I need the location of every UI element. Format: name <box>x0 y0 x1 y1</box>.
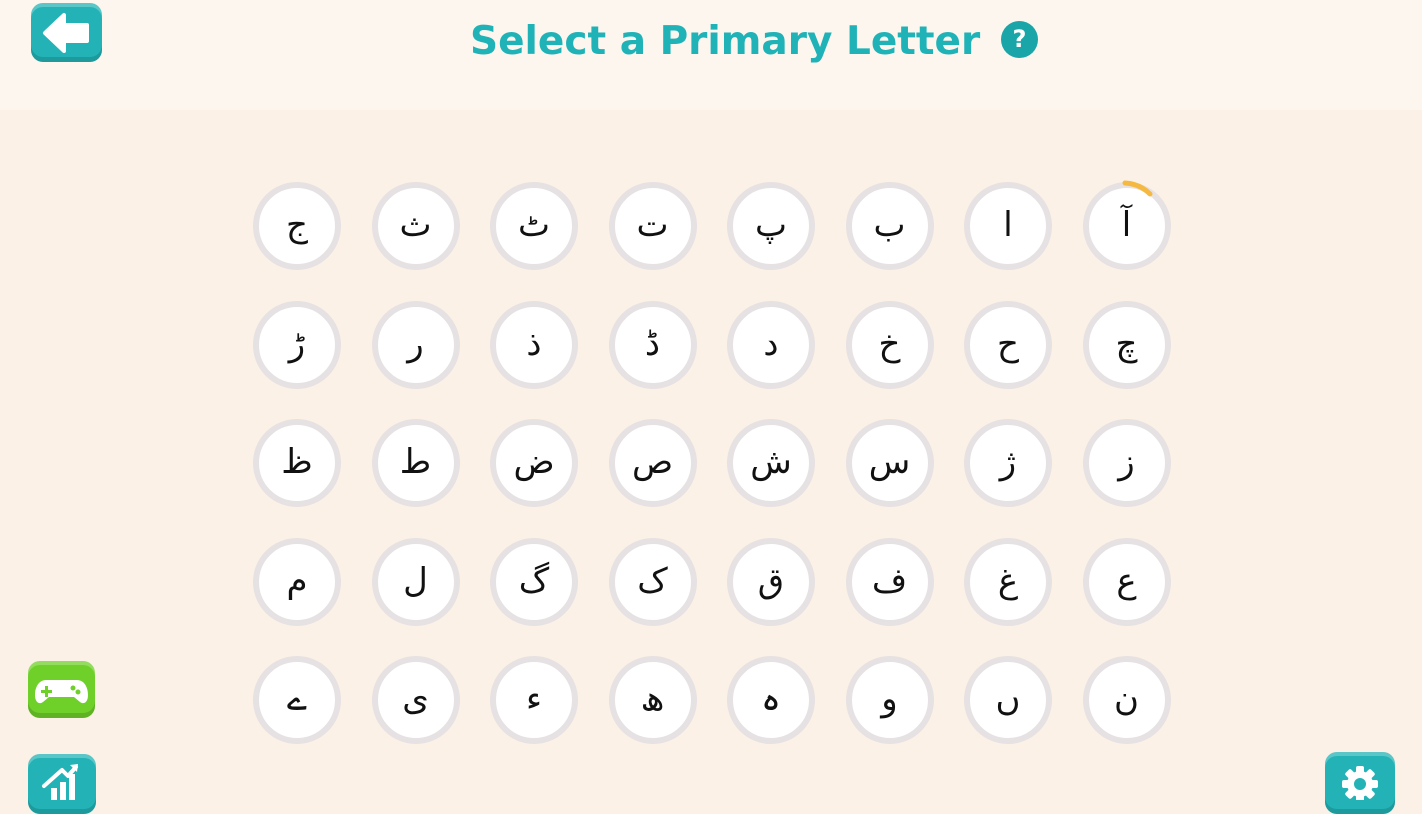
letter-button[interactable]: خ <box>845 300 934 389</box>
selection-arc <box>1122 180 1153 197</box>
letter-button[interactable]: ھ <box>608 656 697 744</box>
letter-button[interactable]: ض <box>490 419 578 507</box>
letter-button[interactable]: ح <box>964 300 1052 389</box>
stats-button[interactable] <box>28 754 96 814</box>
letter-button[interactable]: ٹ <box>490 182 578 270</box>
letter-button[interactable]: س <box>845 419 934 507</box>
chart-up-icon <box>42 764 78 800</box>
letter-button[interactable]: ژ <box>964 419 1052 507</box>
letter-button[interactable]: ب <box>845 182 934 270</box>
letter-button[interactable]: ں <box>964 656 1052 744</box>
letter-button[interactable]: ہ <box>727 656 815 744</box>
letter-button[interactable]: م <box>253 537 341 626</box>
page-title: Select a Primary Letter <box>470 19 981 64</box>
letter-button[interactable]: غ <box>964 537 1052 626</box>
letter-button[interactable]: ء <box>490 656 578 744</box>
letter-button[interactable]: ط <box>371 419 460 507</box>
back-button[interactable] <box>31 3 102 62</box>
gear-icon <box>1342 766 1378 800</box>
letter-button[interactable]: پ <box>727 182 815 270</box>
letter-button[interactable]: ر <box>371 300 460 389</box>
letter-button[interactable]: ک <box>608 537 697 626</box>
letter-button[interactable]: د <box>727 300 815 389</box>
letter-button[interactable]: ن <box>1082 656 1171 744</box>
letter-button[interactable]: ز <box>1082 419 1171 507</box>
letter-button[interactable]: ظ <box>253 419 341 507</box>
letter-button[interactable]: ص <box>608 419 697 507</box>
games-button[interactable] <box>28 661 95 718</box>
letter-button[interactable]: ت <box>608 182 697 270</box>
letter-button[interactable]: ش <box>727 419 815 507</box>
letter-button[interactable]: ے <box>253 656 341 744</box>
letter-button[interactable]: ا <box>964 182 1052 270</box>
letter-button[interactable]: ذ <box>490 300 578 389</box>
settings-button[interactable] <box>1325 752 1395 814</box>
letter-button[interactable]: ی <box>371 656 460 744</box>
letter-button[interactable]: ف <box>845 537 934 626</box>
help-button[interactable]: ? <box>1001 21 1038 58</box>
arrow-left-icon <box>43 13 89 53</box>
letter-button[interactable]: ق <box>727 537 815 626</box>
letter-button[interactable]: ڈ <box>608 300 697 389</box>
letter-button[interactable]: چ <box>1082 300 1171 389</box>
gamepad-icon <box>35 680 88 704</box>
letter-button[interactable]: ع <box>1082 537 1171 626</box>
letter-button[interactable]: ج <box>253 182 341 270</box>
letter-button[interactable]: ڑ <box>253 300 341 389</box>
letter-button[interactable]: گ <box>490 537 578 626</box>
letter-button[interactable]: ث <box>371 182 460 270</box>
letter-button[interactable]: ل <box>371 537 460 626</box>
letter-button[interactable]: و <box>845 656 934 744</box>
